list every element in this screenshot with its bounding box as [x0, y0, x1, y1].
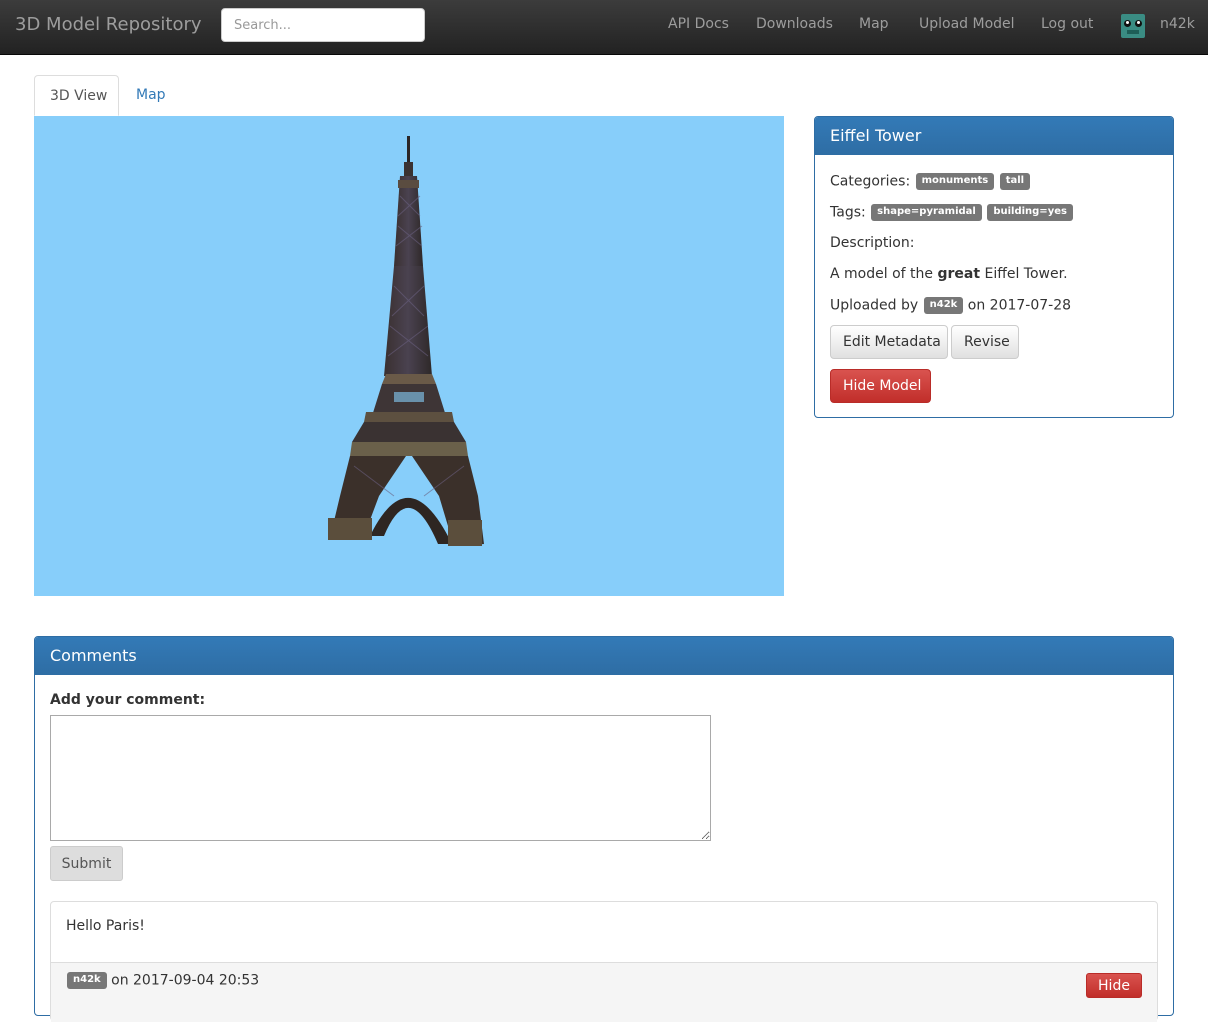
- avatar[interactable]: [1121, 14, 1145, 38]
- model-viewer-canvas[interactable]: [34, 116, 784, 596]
- description-prefix: A model of the: [830, 266, 933, 282]
- tags-row: Tags: shape=pyramidal building=yes: [830, 204, 1073, 221]
- add-comment-label: Add your comment:: [50, 692, 206, 708]
- category-badge-monuments[interactable]: monuments: [915, 173, 995, 190]
- nav-link-map[interactable]: Map: [859, 16, 889, 32]
- tag-badge-shape[interactable]: shape=pyramidal: [871, 204, 982, 221]
- hide-model-button[interactable]: Hide Model: [830, 369, 931, 403]
- avatar-eye-left: [1124, 20, 1131, 27]
- uploader-badge[interactable]: n42k: [923, 297, 964, 314]
- categories-row: Categories: monuments tall: [830, 173, 1031, 190]
- nav-link-downloads[interactable]: Downloads: [756, 16, 833, 32]
- tab-3d-view[interactable]: 3D View: [34, 75, 119, 116]
- description-bold: great: [937, 266, 981, 282]
- comment-text: Hello Paris!: [66, 918, 145, 934]
- avatar-eye-right: [1135, 20, 1142, 27]
- nav-link-log-out[interactable]: Log out: [1041, 16, 1093, 32]
- description-label: Description:: [830, 235, 915, 251]
- category-badge-tall[interactable]: tall: [999, 173, 1031, 190]
- comment-author-badge[interactable]: n42k: [67, 972, 107, 989]
- comment-footer: n42k on 2017-09-04 20:53 Hide: [51, 962, 1157, 1022]
- nav-username[interactable]: n42k: [1160, 16, 1195, 32]
- description-suffix: Eiffel Tower.: [984, 266, 1068, 282]
- search-input[interactable]: [221, 8, 425, 42]
- navbar: 3D Model Repository API Docs Downloads M…: [0, 0, 1208, 55]
- hide-comment-button[interactable]: Hide: [1086, 973, 1142, 998]
- comments-panel: Comments Add your comment: Submit Hello …: [34, 636, 1174, 1022]
- tag-badge-building[interactable]: building=yes: [987, 204, 1073, 221]
- model-info-panel: Eiffel Tower Categories: monuments tall …: [814, 116, 1174, 418]
- revise-button[interactable]: Revise: [951, 325, 1019, 359]
- nav-link-upload-model[interactable]: Upload Model: [919, 16, 1015, 32]
- submit-comment-button[interactable]: Submit: [50, 846, 123, 881]
- eiffel-tower-model-icon: [328, 136, 484, 546]
- comment-textarea[interactable]: [50, 715, 711, 841]
- model-title: Eiffel Tower: [815, 117, 1173, 155]
- comments-title: Comments: [35, 637, 1173, 675]
- upload-date: on 2017-07-28: [967, 297, 1072, 314]
- categories-label: Categories:: [830, 173, 911, 190]
- brand-logo[interactable]: 3D Model Repository: [15, 14, 202, 35]
- uploaded-by-row: Uploaded by n42k on 2017-07-28: [830, 297, 1071, 314]
- nav-link-api-docs[interactable]: API Docs: [668, 16, 729, 32]
- tab-map[interactable]: Map: [121, 75, 181, 116]
- uploaded-by-label: Uploaded by: [830, 297, 919, 314]
- tags-label: Tags:: [830, 204, 866, 221]
- avatar-mouth: [1127, 30, 1139, 34]
- comment-item: Hello Paris! n42k on 2017-09-04 20:53 Hi…: [50, 901, 1158, 1022]
- description-text: A model of the great Eiffel Tower.: [830, 266, 1068, 282]
- edit-metadata-button[interactable]: Edit Metadata: [830, 325, 948, 359]
- comment-meta: n42k on 2017-09-04 20:53: [66, 972, 259, 989]
- comment-date: on 2017-09-04 20:53: [111, 972, 260, 989]
